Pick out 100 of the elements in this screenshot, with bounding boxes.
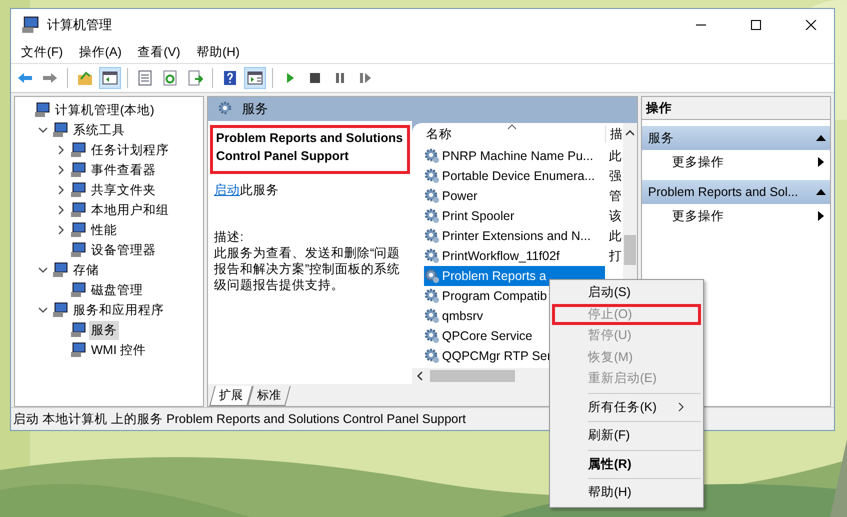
tree-item[interactable]: 设备管理器	[89, 240, 158, 260]
table-cell-text: 打	[608, 248, 623, 264]
tree-item[interactable]: 事件查看器	[89, 160, 158, 180]
table-cell-text: 该	[608, 208, 623, 224]
node-icon	[70, 182, 86, 198]
action-section[interactable]: Problem Reports and Sol...	[642, 180, 830, 204]
service-name: QPCore Service	[442, 329, 532, 343]
resume-icon	[357, 70, 373, 86]
node-icon	[70, 222, 86, 238]
service-name: PNRP Machine Name Pu...	[442, 149, 594, 163]
scroll-thumb[interactable]	[430, 370, 515, 382]
tree-item[interactable]: 本地用户和组	[89, 200, 171, 220]
service-name: QQPCMgr RTP Ser	[442, 349, 552, 363]
table-cell-text: 强	[608, 168, 623, 184]
stop-icon	[307, 70, 323, 86]
forward-arrow-icon	[42, 70, 58, 86]
menu-item[interactable]: 所有任务(K)	[552, 396, 701, 418]
column-header[interactable]: 名称	[424, 126, 605, 143]
status-text: 启动 本地计算机 上的服务 Problem Reports and Solutions Control Panel Support	[13, 410, 466, 428]
node-icon	[70, 202, 86, 218]
tree-pane-icon	[102, 70, 118, 86]
gear-icon	[424, 188, 440, 204]
gear-icon	[424, 208, 440, 224]
section-title: 服务	[648, 130, 674, 146]
tree-item[interactable]: 系统工具	[71, 120, 127, 140]
service-name: Problem Reports a	[442, 269, 546, 283]
gear-icon	[424, 348, 440, 364]
tree-item[interactable]: WMI 控件	[89, 340, 148, 360]
action-item[interactable]: 更多操作	[642, 150, 830, 174]
tree-item[interactable]: 服务和应用程序	[71, 300, 166, 320]
menu-item[interactable]: 查看(V)	[132, 44, 186, 60]
table-cell-text: 管	[608, 188, 623, 204]
table-row[interactable]: Printer Extensions and N...	[424, 226, 605, 246]
table-row[interactable]: Portable Device Enumera...	[424, 166, 605, 186]
action-item[interactable]: 更多操作	[642, 204, 830, 228]
node-icon	[52, 302, 68, 318]
gear-icon	[424, 148, 440, 164]
service-name: Print Spooler	[442, 209, 514, 223]
view-tab[interactable]: 扩展	[209, 386, 253, 406]
gear-icon	[424, 328, 440, 344]
sort-caret-icon	[507, 123, 517, 131]
menu-item[interactable]: 文件(F)	[15, 44, 69, 60]
node-icon	[52, 122, 68, 138]
scroll-up-icon[interactable]	[625, 129, 635, 137]
window-title: 计算机管理	[47, 16, 113, 34]
submenu-triangle-icon	[818, 157, 824, 167]
action-section[interactable]: 服务	[642, 126, 830, 150]
tree-item[interactable]: 磁盘管理	[89, 280, 145, 300]
description-text: 此服务为查看、发送和删除“问题报告和解决方案”控制面板的系统级问题报告提供支持。	[214, 245, 402, 293]
service-name: qmbsrv	[442, 309, 483, 323]
action-pane-icon	[247, 70, 263, 86]
node-icon	[70, 142, 86, 158]
gear-icon	[218, 101, 234, 117]
node-icon	[70, 282, 86, 298]
table-row[interactable]: Power	[424, 186, 605, 206]
toolbar-button[interactable]	[99, 67, 121, 89]
computer-icon	[21, 16, 39, 34]
node-icon	[70, 162, 86, 178]
gear-icon	[424, 308, 440, 324]
export-icon	[187, 70, 203, 86]
back-arrow-icon	[17, 70, 33, 86]
node-icon	[70, 322, 86, 338]
tree-item[interactable]: 任务计划程序	[89, 140, 171, 160]
collapse-triangle-icon	[816, 189, 826, 195]
start-link[interactable]: 启动	[214, 183, 240, 197]
table-cell-text: 此	[608, 228, 623, 244]
table-row[interactable]: PNRP Machine Name Pu...	[424, 146, 605, 166]
submenu-triangle-icon	[818, 211, 824, 221]
tree-item[interactable]: 服务	[89, 320, 119, 340]
toolbar-button[interactable]	[244, 67, 266, 89]
tree-item[interactable]: 存储	[71, 260, 101, 280]
node-icon	[52, 262, 68, 278]
node-icon	[70, 342, 86, 358]
gear-icon	[424, 228, 440, 244]
service-name: Power	[442, 189, 478, 203]
service-title: Problem Reports and Solutions Control Panel Support	[210, 125, 410, 174]
node-icon	[70, 242, 86, 258]
gear-icon	[424, 168, 440, 184]
table-row[interactable]: PrintWorkflow_11f02f	[424, 246, 605, 266]
view-tab[interactable]: 标准	[247, 386, 291, 406]
gear-icon	[424, 288, 440, 304]
tree-item[interactable]: 计算机管理(本地)	[53, 100, 156, 120]
tree-item[interactable]: 共享文件夹	[89, 180, 158, 200]
menu-item[interactable]: 属性(R)	[552, 454, 701, 475]
section-title: Problem Reports and Sol...	[648, 185, 798, 199]
description-label: 描述:	[214, 229, 244, 245]
close-icon[interactable]	[804, 20, 816, 30]
table-row[interactable]: Print Spooler	[424, 206, 605, 226]
node-icon	[34, 102, 50, 118]
maximize-icon[interactable]	[750, 20, 762, 30]
menu-item[interactable]: 刷新(F)	[552, 425, 701, 446]
table-cell-text: 此	[608, 148, 623, 164]
scroll-thumb[interactable]	[624, 235, 636, 265]
actions-header: 操作	[642, 97, 830, 120]
menu-item[interactable]: 帮助(H)	[190, 44, 246, 60]
scroll-left-icon[interactable]	[416, 371, 424, 381]
menu-item[interactable]: 操作(A)	[72, 44, 128, 60]
tree-item[interactable]: 性能	[89, 220, 119, 240]
start-service-text: 启动此服务	[214, 182, 280, 199]
help-icon	[222, 70, 238, 86]
